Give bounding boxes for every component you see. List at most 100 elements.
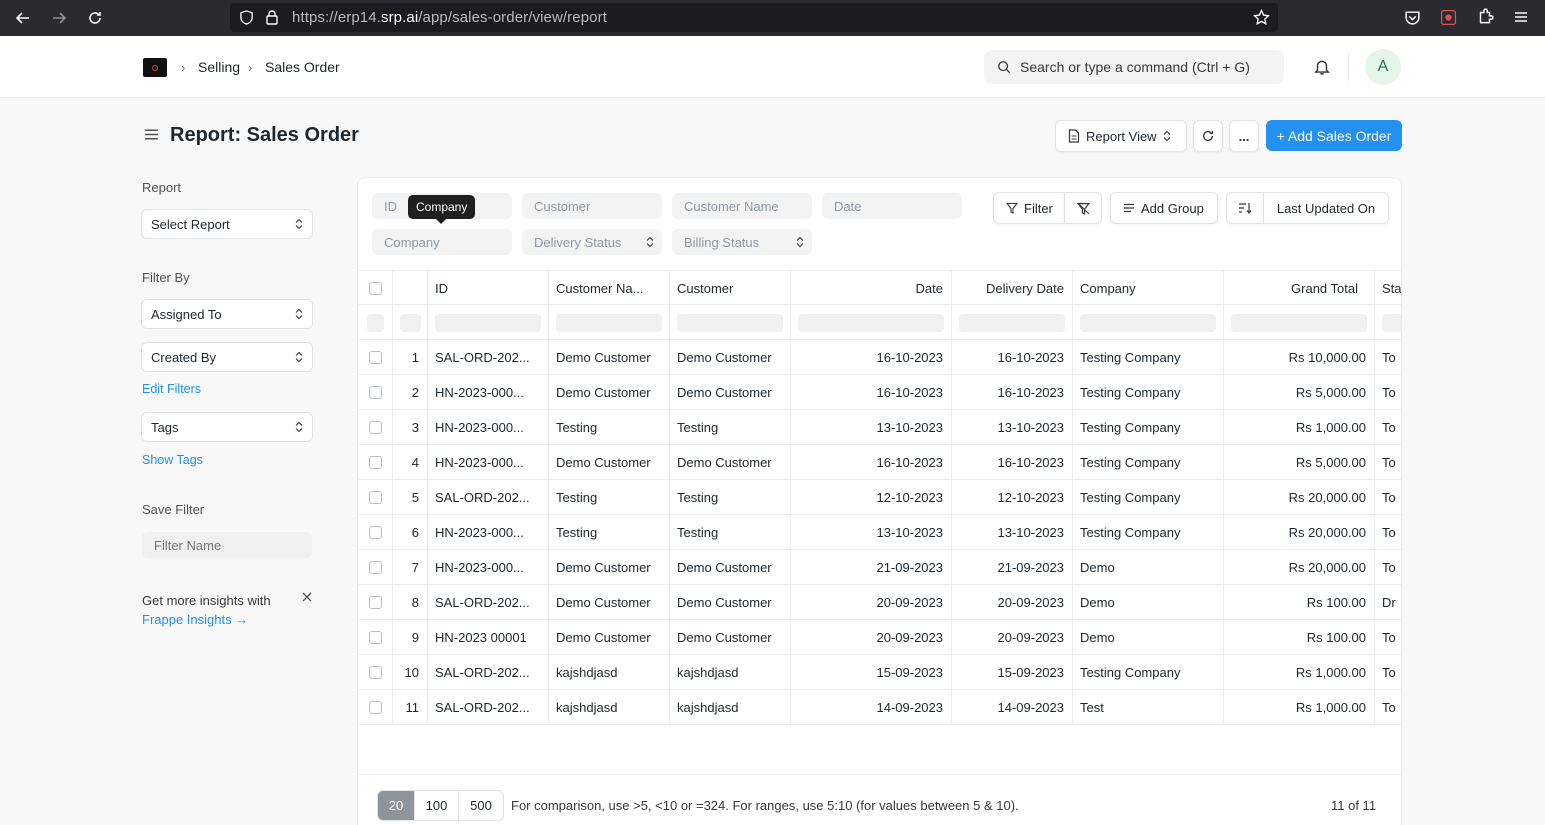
cell-id[interactable]: SAL-ORD-202... <box>428 655 549 690</box>
screen-record-icon[interactable] <box>1440 9 1457 29</box>
cell-id[interactable]: HN-2023-000... <box>428 515 549 550</box>
url-bar[interactable]: https://erp14.srp.ai/app/sales-order/vie… <box>230 3 1278 32</box>
clear-filters-button[interactable] <box>1064 192 1102 224</box>
app-logo[interactable] <box>143 58 167 77</box>
edit-filters-link[interactable]: Edit Filters <box>142 382 201 396</box>
row-checkbox[interactable] <box>368 386 382 399</box>
more-actions-button[interactable]: ... <box>1229 120 1259 152</box>
forward-icon[interactable] <box>47 6 71 30</box>
lock-icon[interactable] <box>265 9 279 29</box>
table-row[interactable]: 9 HN-2023 00001 Demo Customer Demo Customer… <box>358 620 1401 655</box>
cell-id[interactable]: SAL-ORD-202... <box>428 690 549 725</box>
column-header-id[interactable]: ID <box>428 271 549 306</box>
billing-status-filter-select[interactable]: Billing Status <box>672 229 812 255</box>
add-group-button[interactable]: Add Group <box>1110 192 1218 224</box>
filter-customer-name-input[interactable] <box>556 313 662 332</box>
cell-id[interactable]: SAL-ORD-202... <box>428 340 549 375</box>
column-header-date[interactable]: Date <box>791 271 952 306</box>
table-row[interactable]: 3 HN-2023-000... Testing Testing 13-10-2023 1… <box>358 410 1401 445</box>
table-row[interactable]: 10 SAL-ORD-202... kajshdjasd kajshdjasd 15-0… <box>358 655 1401 690</box>
select-all-checkbox[interactable] <box>368 282 382 295</box>
add-sales-order-button[interactable]: + Add Sales Order <box>1266 120 1402 151</box>
sort-field-button[interactable]: Last Updated On <box>1263 192 1389 224</box>
company-filter-input[interactable]: Company <box>372 229 512 255</box>
select-report-dropdown[interactable]: Select Report <box>141 209 313 239</box>
breadcrumb-sales-order[interactable]: Sales Order <box>265 59 340 75</box>
filter-status-input[interactable] <box>1382 313 1401 332</box>
page-size-100[interactable]: 100 <box>415 791 459 820</box>
shield-icon[interactable] <box>239 10 254 29</box>
customer-filter-input[interactable]: Customer <box>522 193 662 219</box>
table-row[interactable]: 4 HN-2023-000... Demo Customer Demo Custome… <box>358 445 1401 480</box>
cell-id[interactable]: SAL-ORD-202... <box>428 585 549 620</box>
column-header-delivery-date[interactable]: Delivery Date <box>952 271 1073 306</box>
filter-customer-input[interactable] <box>677 313 783 332</box>
cell-id[interactable]: HN-2023 00001 <box>428 620 549 655</box>
frappe-insights-link[interactable]: Frappe Insights → <box>142 612 248 627</box>
menu-icon[interactable] <box>1513 9 1529 28</box>
cell-id[interactable]: SAL-ORD-202... <box>428 480 549 515</box>
refresh-button[interactable] <box>1193 120 1223 152</box>
filter-name-input[interactable] <box>142 532 312 558</box>
table-row[interactable]: 11 SAL-ORD-202... kajshdjasd kajshdjasd 14-0… <box>358 690 1401 725</box>
table-row[interactable]: 5 SAL-ORD-202... Testing Testing 12-10-2023 1… <box>358 480 1401 515</box>
table-row[interactable]: 1 SAL-ORD-202... Demo Customer Demo Custome… <box>358 340 1401 375</box>
column-header-grand-total[interactable]: Grand Total <box>1224 271 1375 306</box>
close-icon[interactable] <box>301 591 313 606</box>
filter-delivery-date-input[interactable] <box>959 313 1065 332</box>
filter-button[interactable]: Filter <box>993 192 1065 224</box>
bell-icon[interactable] <box>1313 58 1331 79</box>
row-checkbox[interactable] <box>368 561 382 574</box>
cell-id[interactable]: HN-2023-000... <box>428 445 549 480</box>
cell-id[interactable]: HN-2023-000... <box>428 550 549 585</box>
cell-id[interactable]: HN-2023-000... <box>428 375 549 410</box>
sidebar-toggle-icon[interactable] <box>143 126 160 146</box>
table-row[interactable]: 2 HN-2023-000... Demo Customer Demo Custome… <box>358 375 1401 410</box>
column-header-customer-name[interactable]: Customer Na... <box>549 271 670 306</box>
page-size-500[interactable]: 500 <box>459 791 503 820</box>
filter-placeholder[interactable] <box>399 313 421 332</box>
column-header-customer[interactable]: Customer <box>670 271 791 306</box>
reload-icon[interactable] <box>83 6 107 30</box>
column-header-status[interactable]: Sta <box>1375 271 1401 306</box>
extensions-icon[interactable] <box>1476 8 1494 29</box>
row-checkbox[interactable] <box>368 631 382 644</box>
filter-grand-total-input[interactable] <box>1231 313 1367 332</box>
created-by-dropdown[interactable]: Created By <box>141 342 313 372</box>
url-text[interactable]: https://erp14.srp.ai/app/sales-order/vie… <box>292 9 607 26</box>
row-checkbox[interactable] <box>368 421 382 434</box>
cell-status: To <box>1382 560 1396 575</box>
row-checkbox[interactable] <box>368 491 382 504</box>
awesomebar-search[interactable]: Search or type a command (Ctrl + G) <box>984 50 1284 84</box>
breadcrumb-selling[interactable]: Selling <box>198 59 240 75</box>
user-avatar[interactable]: A <box>1365 49 1401 85</box>
back-icon[interactable] <box>11 6 35 30</box>
sort-order-button[interactable] <box>1226 192 1264 224</box>
delivery-status-filter-select[interactable]: Delivery Status <box>522 229 662 255</box>
table-row[interactable]: 6 HN-2023-000... Testing Testing 13-10-2023 1… <box>358 515 1401 550</box>
filter-company-input[interactable] <box>1080 313 1216 332</box>
assigned-to-dropdown[interactable]: Assigned To <box>141 299 313 329</box>
bookmark-star-icon[interactable] <box>1253 8 1270 30</box>
filter-date-input[interactable] <box>798 313 944 332</box>
cell-id[interactable]: HN-2023-000... <box>428 410 549 445</box>
report-view-button[interactable]: Report View <box>1055 120 1187 152</box>
row-checkbox[interactable] <box>368 701 382 714</box>
show-tags-link[interactable]: Show Tags <box>142 453 203 467</box>
tags-dropdown[interactable]: Tags <box>141 412 313 442</box>
row-checkbox[interactable] <box>368 596 382 609</box>
column-header-company[interactable]: Company <box>1073 271 1224 306</box>
pocket-icon[interactable] <box>1404 9 1421 29</box>
table-row[interactable]: 8 SAL-ORD-202... Demo Customer Demo Custome… <box>358 585 1401 620</box>
table-row[interactable]: 7 HN-2023-000... Demo Customer Demo Custome… <box>358 550 1401 585</box>
cell-date: 13-10-2023 <box>791 410 952 445</box>
filter-id-input[interactable] <box>435 313 541 332</box>
row-checkbox[interactable] <box>368 526 382 539</box>
date-filter-input[interactable]: Date <box>822 193 962 219</box>
page-size-20[interactable]: 20 <box>378 791 415 820</box>
row-checkbox[interactable] <box>368 666 382 679</box>
row-checkbox[interactable] <box>368 456 382 469</box>
filter-placeholder[interactable] <box>366 313 384 332</box>
row-checkbox[interactable] <box>368 351 382 364</box>
customer-name-filter-input[interactable]: Customer Name <box>672 193 812 219</box>
